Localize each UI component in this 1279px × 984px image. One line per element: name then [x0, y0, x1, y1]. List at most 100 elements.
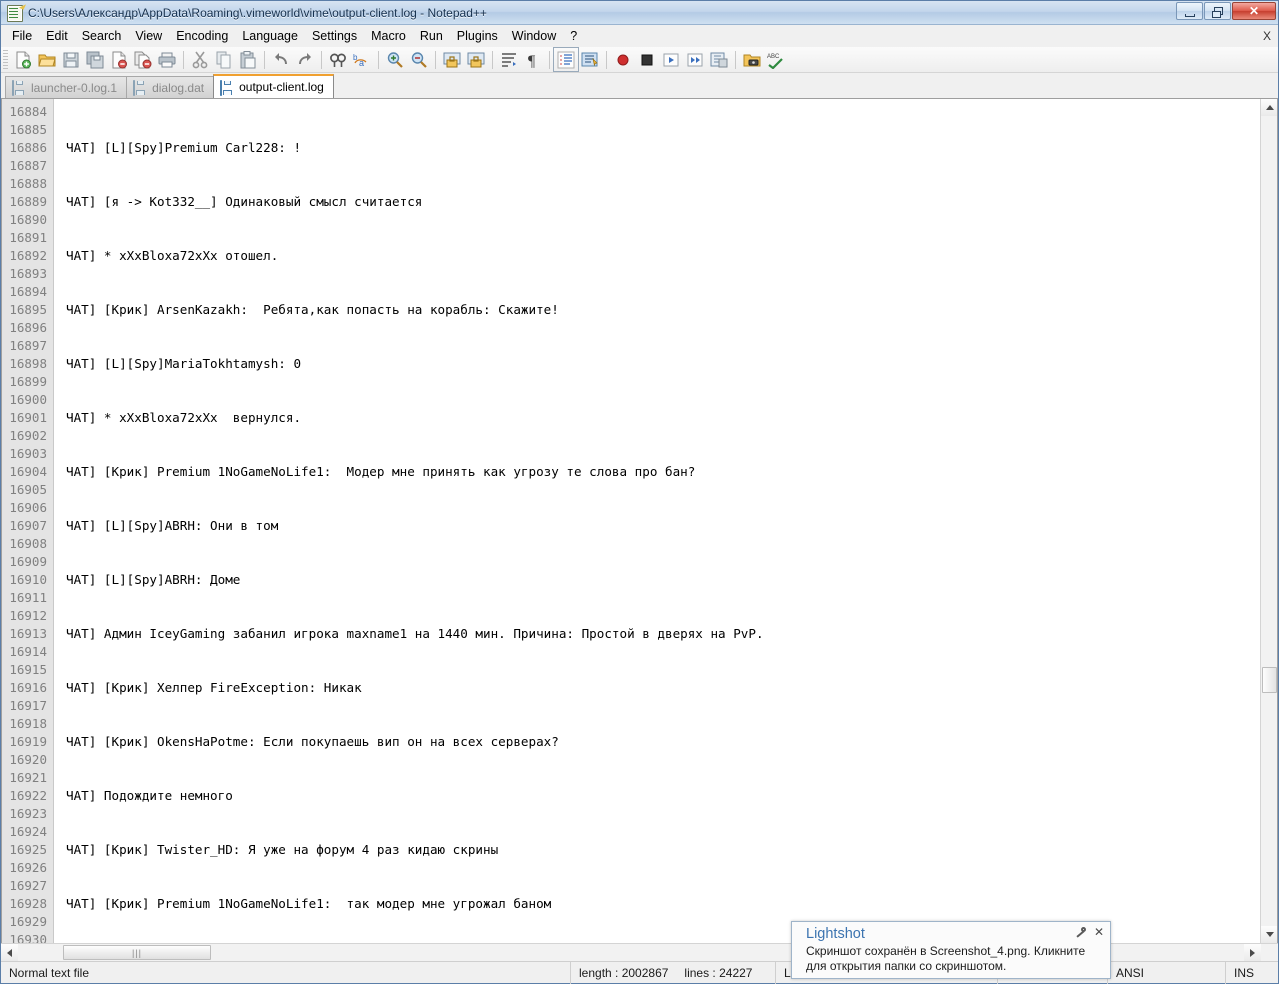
svg-text:ABC: ABC — [767, 54, 780, 60]
code-line: ЧАТ] [Крик] Twister_HD: Я уже на форум 4… — [66, 841, 1277, 859]
play-multiple-icon[interactable] — [683, 48, 707, 71]
title-bar: C:\Users\Александр\AppData\Roaming\.vime… — [1, 1, 1278, 25]
close-document-icon[interactable]: X — [1263, 29, 1271, 43]
line-number: 16921 — [2, 769, 53, 787]
menu-item-view[interactable]: View — [128, 26, 169, 47]
restore-button[interactable] — [1204, 2, 1231, 20]
menu-item-run[interactable]: Run — [413, 26, 450, 47]
sync-horizontal-icon[interactable] — [464, 48, 488, 71]
toolbar-grip[interactable] — [3, 50, 8, 70]
text-content[interactable]: ЧАТ] [L][Spy]Premium Carl228: ! ЧАТ] [я … — [54, 99, 1277, 943]
play-macro-icon[interactable] — [659, 48, 683, 71]
close-all-icon[interactable] — [131, 48, 155, 71]
menu-item-window[interactable]: Window — [505, 26, 563, 47]
line-number: 16902 — [2, 427, 53, 445]
close-icon[interactable]: ✕ — [1094, 926, 1104, 938]
menu-item-macro[interactable]: Macro — [364, 26, 413, 47]
paste-icon[interactable] — [236, 48, 260, 71]
toolbar-separator — [735, 51, 736, 69]
code-line: ЧАТ] [я -> Kot332__] Одинаковый смысл сч… — [66, 193, 1277, 211]
tab-output-client-log[interactable]: output-client.log — [213, 74, 334, 98]
record-macro-icon[interactable] — [611, 48, 635, 71]
line-number: 16890 — [2, 211, 53, 229]
line-number: 16899 — [2, 373, 53, 391]
code-line: ЧАТ] Подождите немного — [66, 787, 1277, 805]
horizontal-scrollbar-thumb[interactable]: ||| — [63, 945, 211, 960]
save-macro-icon[interactable] — [707, 48, 731, 71]
word-wrap-icon[interactable] — [497, 48, 521, 71]
tab-dialog-dat[interactable]: dialog.dat — [126, 76, 214, 98]
line-number: 16891 — [2, 229, 53, 247]
menu-item-edit[interactable]: Edit — [39, 26, 75, 47]
toolbar-separator — [606, 51, 607, 69]
line-number: 16895 — [2, 301, 53, 319]
open-file-icon[interactable] — [35, 48, 59, 71]
line-number: 16900 — [2, 391, 53, 409]
close-file-icon[interactable] — [107, 48, 131, 71]
line-number: 16912 — [2, 607, 53, 625]
menu-item-settings[interactable]: Settings — [305, 26, 364, 47]
redo-icon[interactable] — [293, 48, 317, 71]
save-icon[interactable] — [59, 48, 83, 71]
copy-icon[interactable] — [212, 48, 236, 71]
scroll-up-icon[interactable] — [1261, 99, 1278, 116]
stop-macro-icon[interactable] — [635, 48, 659, 71]
indent-guide-icon[interactable] — [554, 48, 578, 71]
cut-icon[interactable] — [188, 48, 212, 71]
replace-icon[interactable]: ba — [350, 48, 374, 71]
line-number: 16913 — [2, 625, 53, 643]
toolbar-separator — [492, 51, 493, 69]
vertical-scrollbar-thumb[interactable] — [1262, 667, 1277, 693]
scroll-down-icon[interactable] — [1261, 926, 1278, 943]
scroll-right-icon[interactable] — [1244, 944, 1261, 961]
line-number: 16889 — [2, 193, 53, 211]
undo-icon[interactable] — [269, 48, 293, 71]
lightshot-toast-controls: ✕ — [1075, 926, 1104, 938]
tab-label: launcher-0.log.1 — [31, 81, 117, 95]
zoom-out-icon[interactable] — [407, 48, 431, 71]
line-number: 16926 — [2, 859, 53, 877]
toolbar-separator — [549, 51, 550, 69]
line-number: 16909 — [2, 553, 53, 571]
save-all-icon[interactable] — [83, 48, 107, 71]
print-icon[interactable] — [155, 48, 179, 71]
scroll-left-icon[interactable] — [1, 944, 18, 961]
menu-item-plugins[interactable]: Plugins — [450, 26, 505, 47]
toolbar-separator — [321, 51, 322, 69]
vertical-scrollbar[interactable] — [1260, 99, 1277, 943]
line-number-gutter: 16884 16885 16886 16887 16888 16889 1689… — [2, 99, 54, 943]
menu-item-language[interactable]: Language — [235, 26, 305, 47]
lightshot-message: Скриншот сохранён в Screenshot_4.png. Кл… — [792, 942, 1110, 974]
code-line: ЧАТ] [Крик] Premium 1NoGameNoLife1: Моде… — [66, 463, 1277, 481]
svg-text:¶: ¶ — [528, 53, 536, 69]
line-number: 16929 — [2, 913, 53, 931]
run-icon[interactable] — [740, 48, 764, 71]
close-button[interactable]: ✕ — [1232, 2, 1276, 20]
editor-area[interactable]: 16884 16885 16886 16887 16888 16889 1689… — [1, 99, 1278, 943]
show-all-chars-icon[interactable]: ¶ — [521, 48, 545, 71]
line-number: 16896 — [2, 319, 53, 337]
line-number: 16884 — [2, 103, 53, 121]
menu-item-search[interactable]: Search — [75, 26, 129, 47]
sync-vertical-icon[interactable] — [440, 48, 464, 71]
code-line: ЧАТ] [L][Spy]ABRH: Они в том — [66, 517, 1277, 535]
code-line: ЧАТ] [Крик] Premium 1NoGameNoLife1: так … — [66, 895, 1277, 913]
menu-item-help[interactable]: ? — [563, 26, 584, 47]
line-number: 16911 — [2, 589, 53, 607]
line-number: 16904 — [2, 463, 53, 481]
minimize-button[interactable] — [1176, 2, 1203, 20]
tab-launcher-0-log-1[interactable]: launcher-0.log.1 — [5, 76, 127, 98]
menu-item-file[interactable]: File — [5, 26, 39, 47]
wrench-icon[interactable] — [1075, 927, 1086, 938]
user-defined-language-icon[interactable] — [578, 48, 602, 71]
line-number: 16910 — [2, 571, 53, 589]
find-icon[interactable] — [326, 48, 350, 71]
new-file-icon[interactable] — [11, 48, 35, 71]
zoom-in-icon[interactable] — [383, 48, 407, 71]
line-number: 16927 — [2, 877, 53, 895]
lightshot-notification[interactable]: ✕ Lightshot Скриншот сохранён в Screensh… — [791, 921, 1111, 979]
toolbar: ba ¶ — [1, 47, 1278, 73]
line-number: 16922 — [2, 787, 53, 805]
menu-item-encoding[interactable]: Encoding — [169, 26, 235, 47]
spellcheck-icon[interactable]: ABC — [764, 48, 788, 71]
